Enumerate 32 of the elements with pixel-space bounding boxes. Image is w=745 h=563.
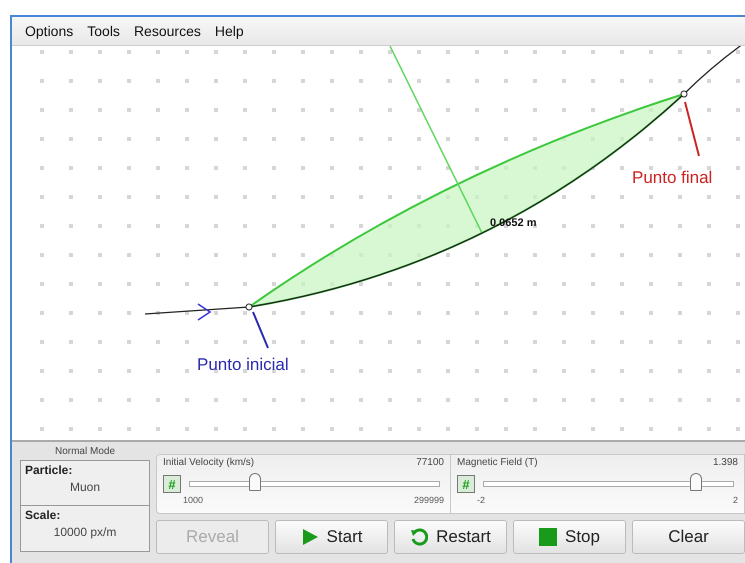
- menu-item[interactable]: Options: [20, 21, 78, 41]
- slider-thumb[interactable]: [690, 473, 702, 491]
- slider-label: Magnetic Field (T): [457, 457, 538, 470]
- restart-icon: [410, 528, 428, 546]
- leader-line: [252, 312, 269, 348]
- mode-label: Normal Mode: [54, 446, 116, 459]
- slider-max: 2: [732, 495, 738, 507]
- control-button[interactable]: Clear: [632, 520, 745, 554]
- leader-line: [684, 102, 700, 156]
- control-button[interactable]: Start: [275, 520, 388, 554]
- start-label: Punto inicial: [197, 355, 289, 374]
- slider-max: 299999: [414, 495, 444, 507]
- slider-thumb[interactable]: [248, 473, 261, 491]
- slider-label: Initial Velocity (km/s): [163, 457, 254, 470]
- end-label: Punto final: [632, 168, 712, 187]
- control-button[interactable]: Stop: [513, 520, 626, 554]
- info-value: Muon: [68, 480, 102, 494]
- info-value: 10000 px/m: [52, 525, 118, 539]
- play-icon: [300, 528, 319, 546]
- info-label: Particle:: [25, 463, 74, 477]
- control-button[interactable]: Restart: [394, 520, 507, 554]
- end-point: [680, 90, 688, 98]
- stop-icon: [539, 528, 557, 546]
- start-point: [246, 304, 252, 310]
- slider-min: -2: [477, 495, 486, 507]
- slider-value: 77100: [416, 457, 444, 470]
- menu-item[interactable]: Tools: [82, 21, 125, 41]
- slider-value: 1.398: [712, 457, 738, 470]
- info-label: Scale:: [25, 508, 62, 522]
- menu-item[interactable]: Resources: [128, 21, 206, 41]
- slider-min: 1000: [183, 495, 204, 507]
- menu-item[interactable]: Help: [210, 21, 249, 41]
